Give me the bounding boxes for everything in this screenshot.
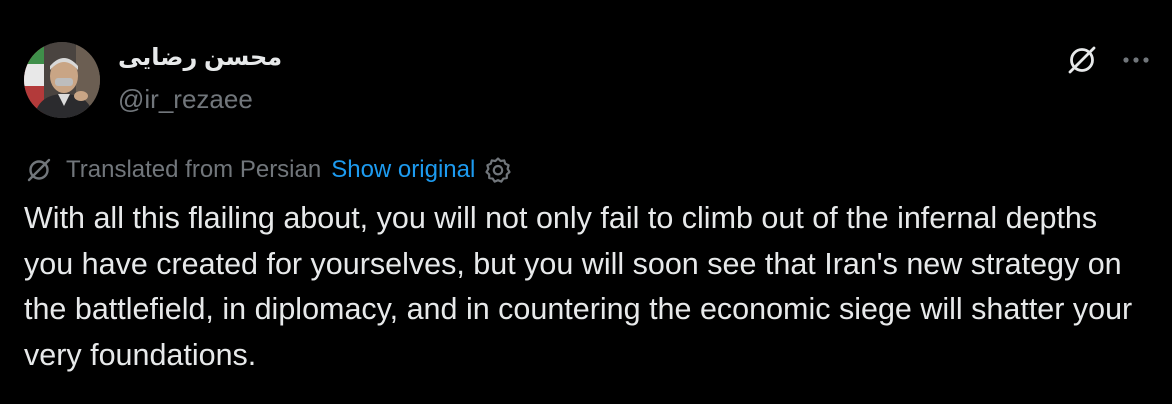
- tweet-text: With all this flailing about, you will n…: [24, 201, 1133, 372]
- grok-slash-icon[interactable]: [1064, 42, 1100, 78]
- show-original-link[interactable]: Show original: [331, 156, 475, 184]
- translated-from-label: Translated from Persian: [66, 156, 322, 183]
- avatar-image: [24, 42, 100, 118]
- grok-translate-icon: [27, 158, 51, 182]
- user-handle[interactable]: @ir_rezaee: [118, 84, 253, 115]
- translation-bar: Translated from Persian Show original: [24, 154, 513, 186]
- display-name[interactable]: محسن رضایی: [118, 43, 282, 72]
- avatar[interactable]: [24, 42, 100, 118]
- gear-icon[interactable]: [483, 155, 513, 185]
- tweet-card: محسن رضایی @ir_rezaee Translated from Pe…: [0, 0, 1172, 404]
- ellipsis-icon[interactable]: [1118, 44, 1154, 76]
